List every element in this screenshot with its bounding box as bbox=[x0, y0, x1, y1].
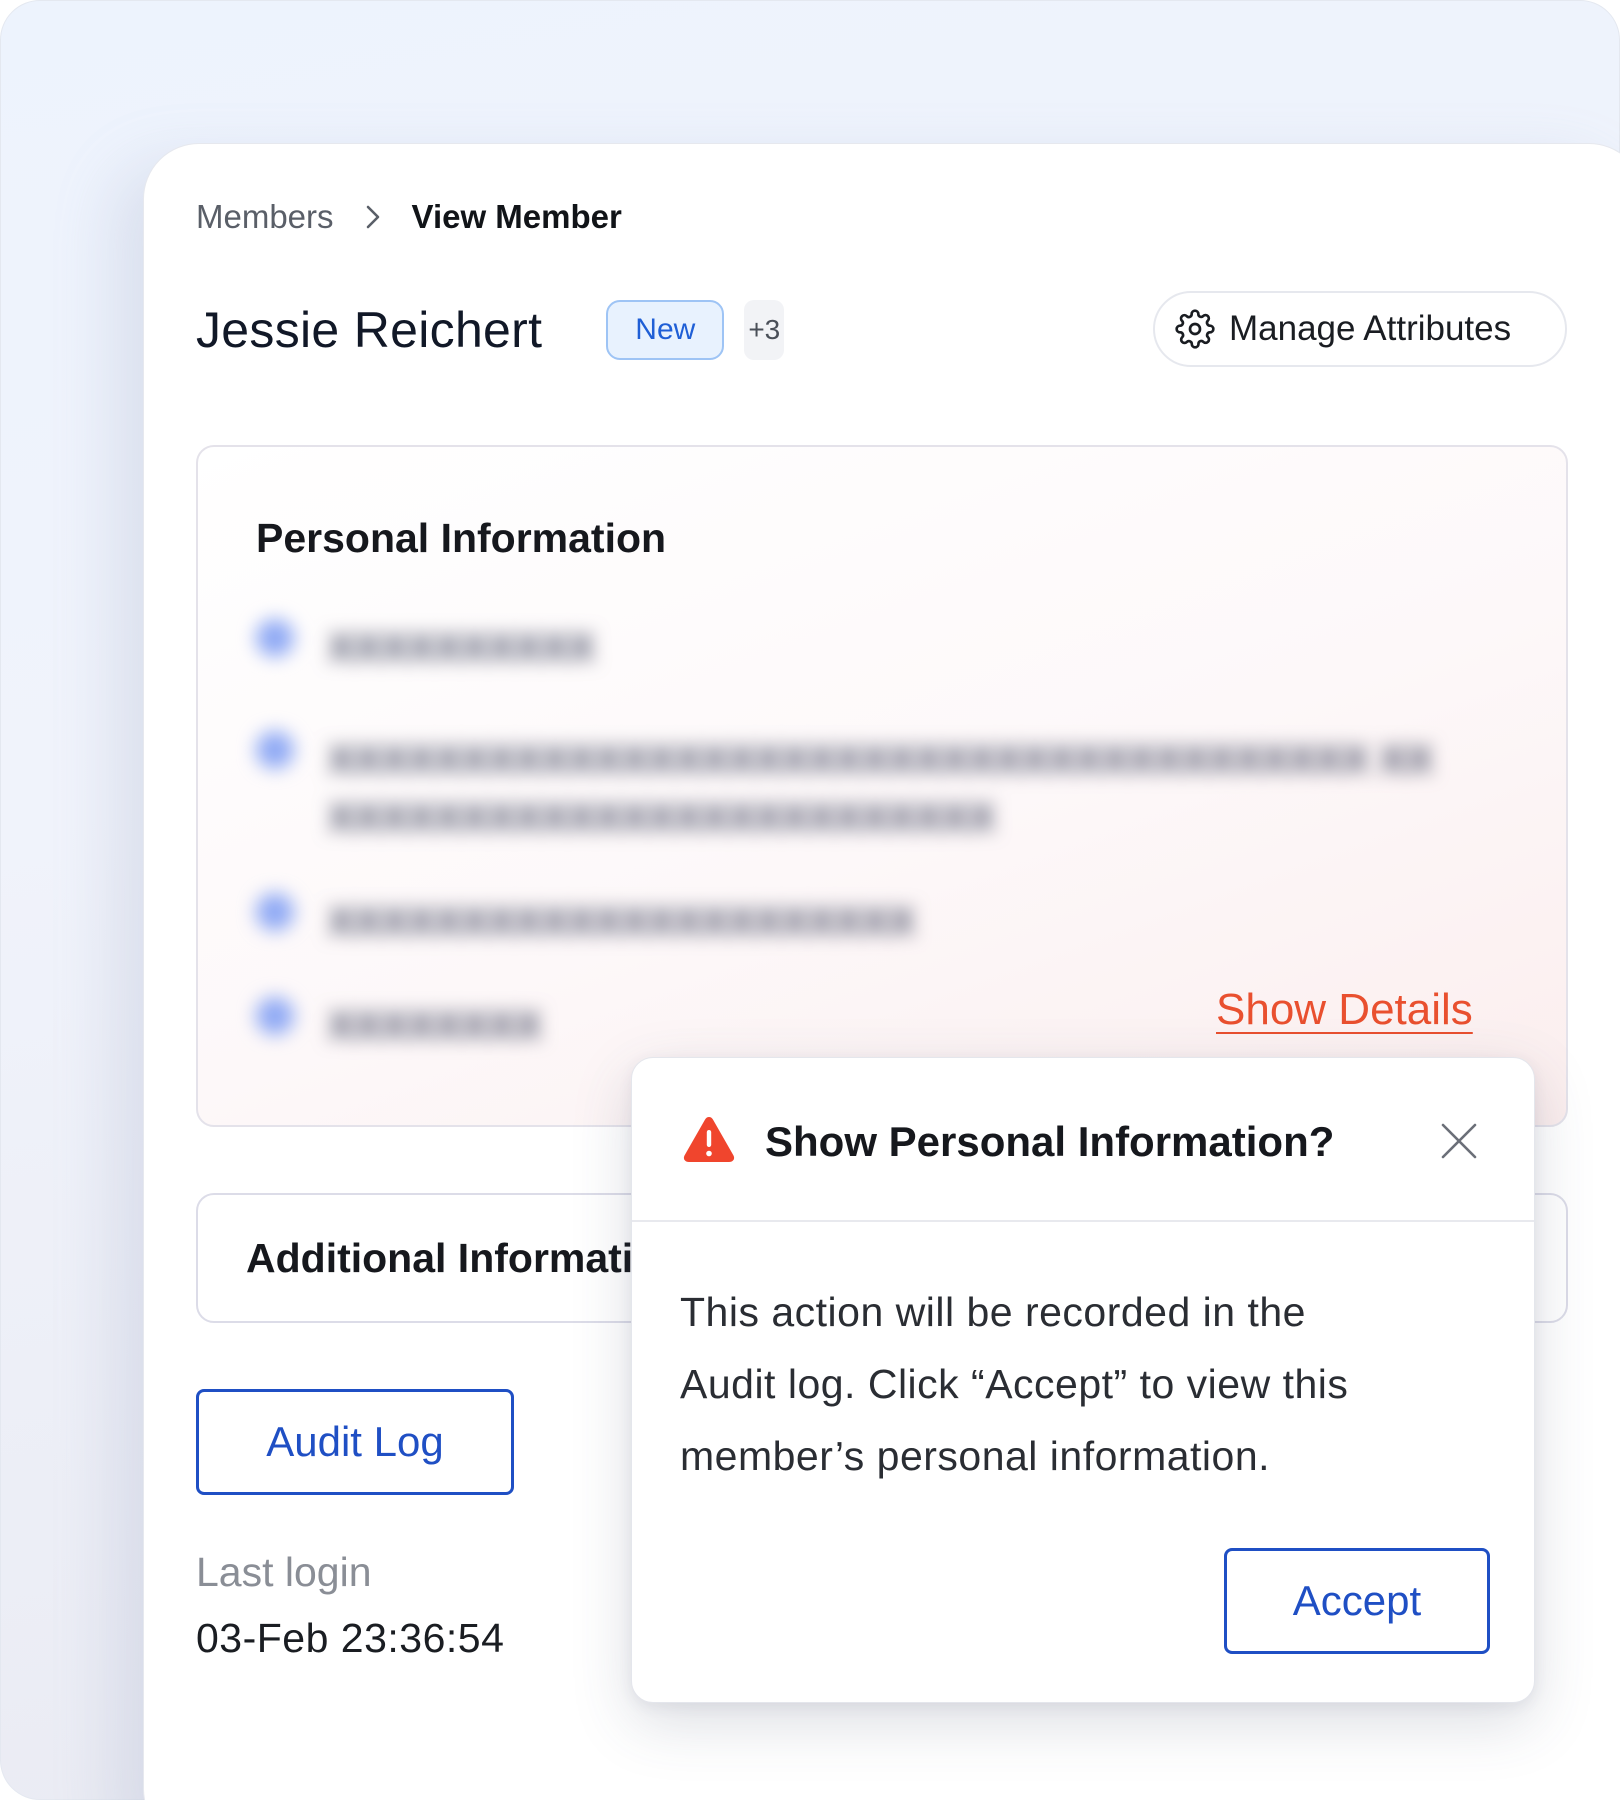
dialog-title: Show Personal Information? bbox=[765, 1118, 1335, 1165]
redacted-address-text: XXXXXXXXXXXXXXXXXXXXXXXXXXXXXXXXXXXXXXX … bbox=[328, 738, 1433, 840]
dialog-message-line: This action will be recorded in the bbox=[680, 1289, 1306, 1335]
accept-button[interactable]: Accept bbox=[1224, 1548, 1490, 1654]
personal-information-title: Personal Information bbox=[256, 515, 667, 561]
manage-attributes-button[interactable]: Manage Attributes bbox=[1153, 291, 1567, 367]
phone-icon bbox=[256, 619, 294, 657]
show-personal-info-dialog: Show Personal Information? This action w… bbox=[631, 1057, 1535, 1703]
more-badges-chip[interactable]: +3 bbox=[744, 300, 785, 360]
calendar-icon bbox=[256, 997, 294, 1035]
location-icon bbox=[256, 731, 294, 769]
dialog-message-line: member’s personal information. bbox=[680, 1433, 1271, 1479]
chevron-right-icon bbox=[364, 204, 382, 230]
personal-information-card: Personal Information XXXXXXXXXX XXXXXXXX… bbox=[196, 445, 1568, 1127]
redacted-address-row: XXXXXXXXXXXXXXXXXXXXXXXXXXXXXXXXXXXXXXX … bbox=[256, 731, 1456, 847]
breadcrumb-current: View Member bbox=[411, 198, 622, 235]
member-title-row: Jessie Reichert New +3 bbox=[196, 298, 785, 362]
redacted-birthday-text: XXXXXXXX bbox=[328, 1004, 542, 1048]
dialog-header: Show Personal Information? bbox=[632, 1058, 1534, 1222]
last-login-label: Last login bbox=[196, 1549, 372, 1595]
audit-log-button[interactable]: Audit Log bbox=[196, 1389, 514, 1495]
email-icon bbox=[256, 893, 294, 931]
additional-information-title: Additional Information bbox=[246, 1235, 684, 1281]
close-icon[interactable] bbox=[1440, 1122, 1478, 1165]
warning-icon bbox=[682, 1114, 736, 1169]
dialog-message-line: Audit log. Click “Accept” to view this bbox=[680, 1361, 1349, 1407]
redacted-email-text: XXXXXXXXXXXXXXXXXXXXXX bbox=[328, 900, 915, 944]
redacted-birthday-row: XXXXXXXX bbox=[256, 997, 541, 1055]
breadcrumb: Members View Member bbox=[196, 198, 622, 236]
gear-icon bbox=[1175, 309, 1215, 349]
last-login-value: 03-Feb 23:36:54 bbox=[196, 1615, 505, 1661]
redacted-phone-text: XXXXXXXXXX bbox=[328, 626, 595, 670]
status-badge: New bbox=[606, 300, 725, 360]
page-title: Jessie Reichert bbox=[196, 302, 543, 358]
manage-attributes-label: Manage Attributes bbox=[1229, 309, 1512, 348]
redacted-email-row: XXXXXXXXXXXXXXXXXXXXXX bbox=[256, 893, 915, 951]
dialog-message: This action will be recorded in the Audi… bbox=[680, 1276, 1480, 1492]
redacted-phone-row: XXXXXXXXXX bbox=[256, 619, 595, 677]
breadcrumb-members-link[interactable]: Members bbox=[196, 198, 334, 236]
show-details-link[interactable]: Show Details bbox=[1216, 985, 1473, 1035]
